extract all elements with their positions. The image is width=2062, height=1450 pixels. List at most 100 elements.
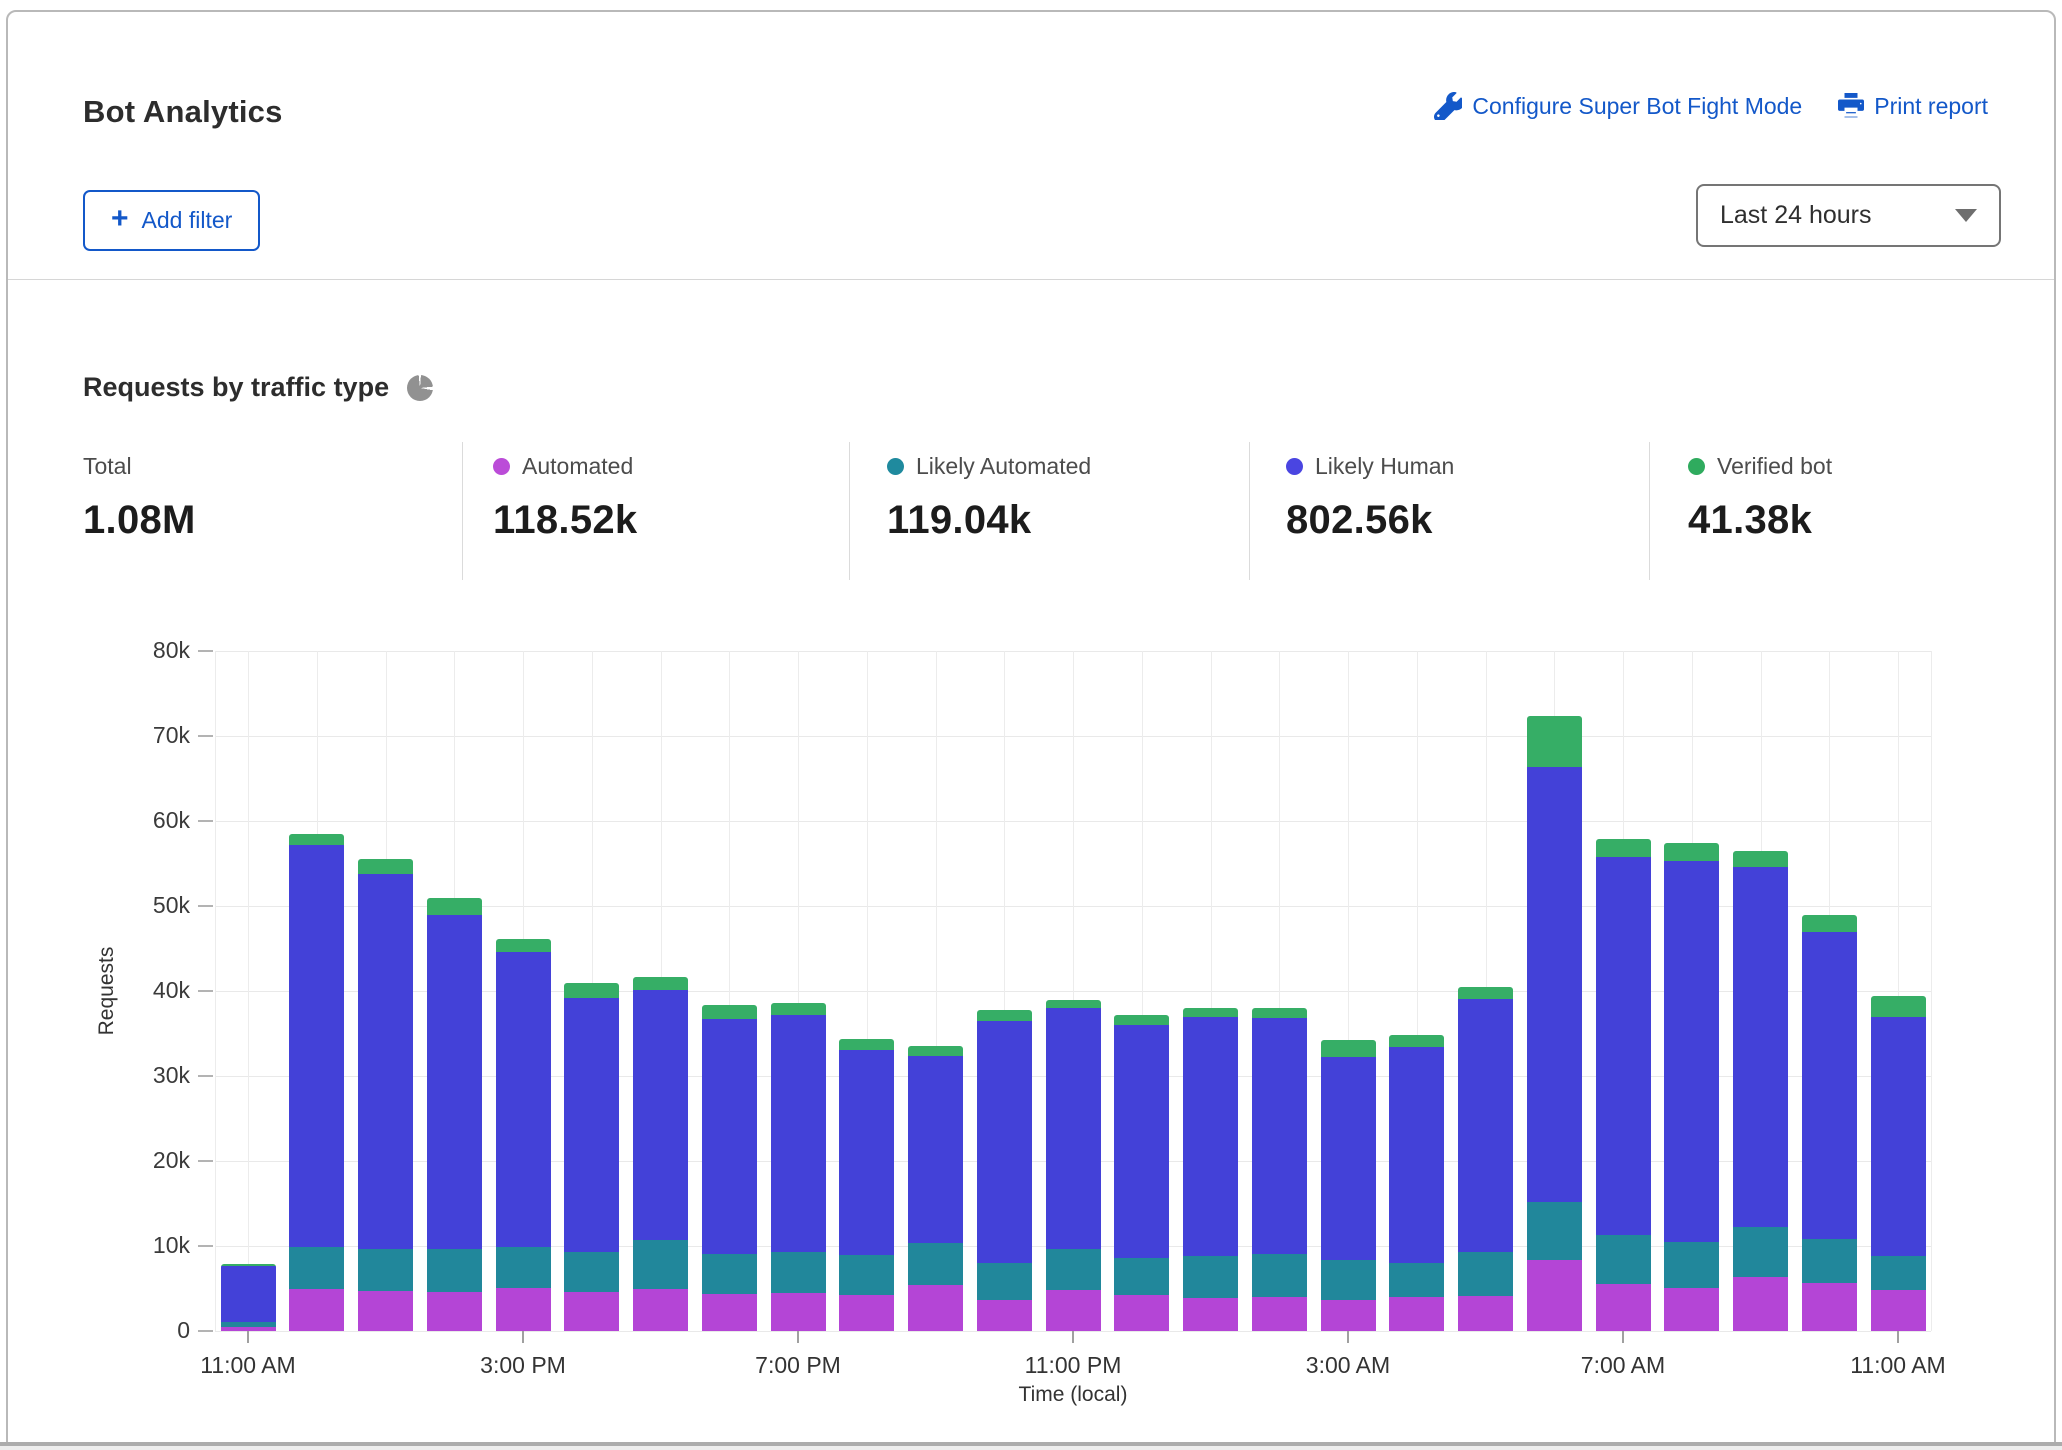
bar-segment-likely-automated[interactable] — [1252, 1254, 1307, 1297]
bar[interactable] — [1802, 915, 1857, 1331]
bar-segment-verified-bot[interactable] — [977, 1010, 1032, 1021]
print-report-link[interactable]: Print report — [1838, 93, 1988, 120]
bar-segment-likely-automated[interactable] — [1527, 1202, 1582, 1260]
bar-segment-likely-human[interactable] — [1252, 1018, 1307, 1253]
add-filter-button[interactable]: + Add filter — [83, 190, 260, 251]
bar-segment-automated[interactable] — [1114, 1295, 1169, 1331]
bar-segment-verified-bot[interactable] — [1871, 996, 1926, 1017]
bar-segment-likely-human[interactable] — [1321, 1057, 1376, 1259]
bar-segment-likely-automated[interactable] — [702, 1254, 757, 1295]
bar-segment-verified-bot[interactable] — [427, 898, 482, 915]
bar-segment-likely-automated[interactable] — [977, 1263, 1032, 1300]
bar[interactable] — [1046, 1000, 1101, 1332]
bar-segment-likely-human[interactable] — [1389, 1047, 1444, 1263]
bar-segment-verified-bot[interactable] — [1527, 716, 1582, 767]
bar-segment-likely-automated[interactable] — [1596, 1235, 1651, 1284]
bar-segment-automated[interactable] — [427, 1292, 482, 1331]
bar[interactable] — [1252, 1008, 1307, 1331]
bar[interactable] — [633, 977, 688, 1331]
bar[interactable] — [427, 898, 482, 1331]
bar-segment-likely-automated[interactable] — [908, 1243, 963, 1286]
bar-segment-likely-human[interactable] — [1802, 932, 1857, 1239]
bar-segment-likely-human[interactable] — [1046, 1008, 1101, 1249]
bar-segment-likely-human[interactable] — [908, 1056, 963, 1243]
bar-segment-likely-automated[interactable] — [496, 1247, 551, 1289]
bar-segment-likely-human[interactable] — [358, 874, 413, 1250]
bar-segment-likely-automated[interactable] — [1114, 1258, 1169, 1295]
bar-segment-likely-human[interactable] — [839, 1050, 894, 1255]
bar[interactable] — [1871, 996, 1926, 1331]
bar-segment-likely-human[interactable] — [564, 998, 619, 1252]
bar-segment-verified-bot[interactable] — [1183, 1008, 1238, 1017]
bar-segment-likely-automated[interactable] — [1321, 1260, 1376, 1301]
bar-segment-automated[interactable] — [496, 1288, 551, 1331]
bar-segment-verified-bot[interactable] — [1046, 1000, 1101, 1009]
bar-segment-likely-human[interactable] — [289, 845, 344, 1247]
bar-segment-automated[interactable] — [1802, 1283, 1857, 1331]
bar-segment-verified-bot[interactable] — [1458, 987, 1513, 999]
bar-segment-automated[interactable] — [564, 1292, 619, 1331]
bar[interactable] — [771, 1003, 826, 1331]
bar-segment-likely-human[interactable] — [1733, 867, 1788, 1227]
bar-segment-likely-automated[interactable] — [1733, 1227, 1788, 1277]
bar-segment-likely-automated[interactable] — [633, 1240, 688, 1289]
bar-segment-verified-bot[interactable] — [633, 977, 688, 991]
bar-segment-likely-human[interactable] — [1183, 1017, 1238, 1256]
configure-super-bot-fight-mode-link[interactable]: Configure Super Bot Fight Mode — [1434, 92, 1802, 120]
bar-segment-verified-bot[interactable] — [1596, 839, 1651, 857]
bar-segment-likely-automated[interactable] — [839, 1255, 894, 1296]
bar-segment-verified-bot[interactable] — [564, 983, 619, 997]
bar-segment-likely-human[interactable] — [1114, 1025, 1169, 1258]
bar-segment-automated[interactable] — [1527, 1260, 1582, 1331]
bar-segment-automated[interactable] — [1252, 1297, 1307, 1331]
bar[interactable] — [702, 1005, 757, 1331]
bar-segment-verified-bot[interactable] — [1389, 1035, 1444, 1047]
bar[interactable] — [1114, 1015, 1169, 1331]
bar-segment-verified-bot[interactable] — [1733, 851, 1788, 867]
bar-segment-automated[interactable] — [839, 1295, 894, 1331]
bar[interactable] — [221, 1264, 276, 1331]
bar-segment-automated[interactable] — [1458, 1296, 1513, 1331]
time-range-select[interactable]: Last 24 hours — [1696, 184, 2001, 247]
bar[interactable] — [908, 1046, 963, 1331]
bar-segment-automated[interactable] — [289, 1289, 344, 1332]
bar-segment-automated[interactable] — [358, 1291, 413, 1331]
bar-segment-likely-automated[interactable] — [1802, 1239, 1857, 1283]
bar-segment-likely-automated[interactable] — [1871, 1256, 1926, 1290]
bar-segment-automated[interactable] — [221, 1327, 276, 1331]
bar-segment-automated[interactable] — [633, 1289, 688, 1331]
bar[interactable] — [1596, 839, 1651, 1331]
bar-segment-verified-bot[interactable] — [358, 859, 413, 873]
bar-segment-likely-human[interactable] — [1664, 861, 1719, 1242]
bar-segment-verified-bot[interactable] — [1114, 1015, 1169, 1025]
bar-segment-likely-automated[interactable] — [427, 1249, 482, 1292]
bar[interactable] — [564, 983, 619, 1331]
bar-segment-likely-human[interactable] — [496, 952, 551, 1247]
bar-segment-automated[interactable] — [977, 1300, 1032, 1331]
bar-segment-automated[interactable] — [1871, 1290, 1926, 1331]
bar-segment-automated[interactable] — [1389, 1297, 1444, 1331]
bar[interactable] — [977, 1010, 1032, 1331]
bar-segment-likely-human[interactable] — [221, 1266, 276, 1322]
bar[interactable] — [1733, 851, 1788, 1331]
bar-segment-verified-bot[interactable] — [908, 1046, 963, 1055]
bar[interactable] — [1183, 1008, 1238, 1331]
bar-segment-verified-bot[interactable] — [771, 1003, 826, 1015]
bar-segment-likely-human[interactable] — [771, 1015, 826, 1252]
bar-segment-automated[interactable] — [908, 1285, 963, 1331]
bar-segment-automated[interactable] — [1733, 1277, 1788, 1331]
bar-segment-likely-human[interactable] — [1871, 1017, 1926, 1256]
bar-segment-likely-human[interactable] — [977, 1021, 1032, 1263]
bar-segment-verified-bot[interactable] — [289, 834, 344, 845]
bar[interactable] — [1664, 843, 1719, 1331]
bar-segment-likely-human[interactable] — [1596, 857, 1651, 1235]
bar-segment-verified-bot[interactable] — [702, 1005, 757, 1019]
bar[interactable] — [1389, 1035, 1444, 1331]
bar-segment-likely-automated[interactable] — [771, 1252, 826, 1293]
bar-segment-verified-bot[interactable] — [496, 939, 551, 952]
bar-segment-likely-automated[interactable] — [1458, 1252, 1513, 1296]
bar-segment-likely-automated[interactable] — [1046, 1249, 1101, 1290]
bar-segment-likely-human[interactable] — [1527, 767, 1582, 1202]
bar-segment-verified-bot[interactable] — [1321, 1040, 1376, 1057]
bar-segment-automated[interactable] — [702, 1294, 757, 1331]
